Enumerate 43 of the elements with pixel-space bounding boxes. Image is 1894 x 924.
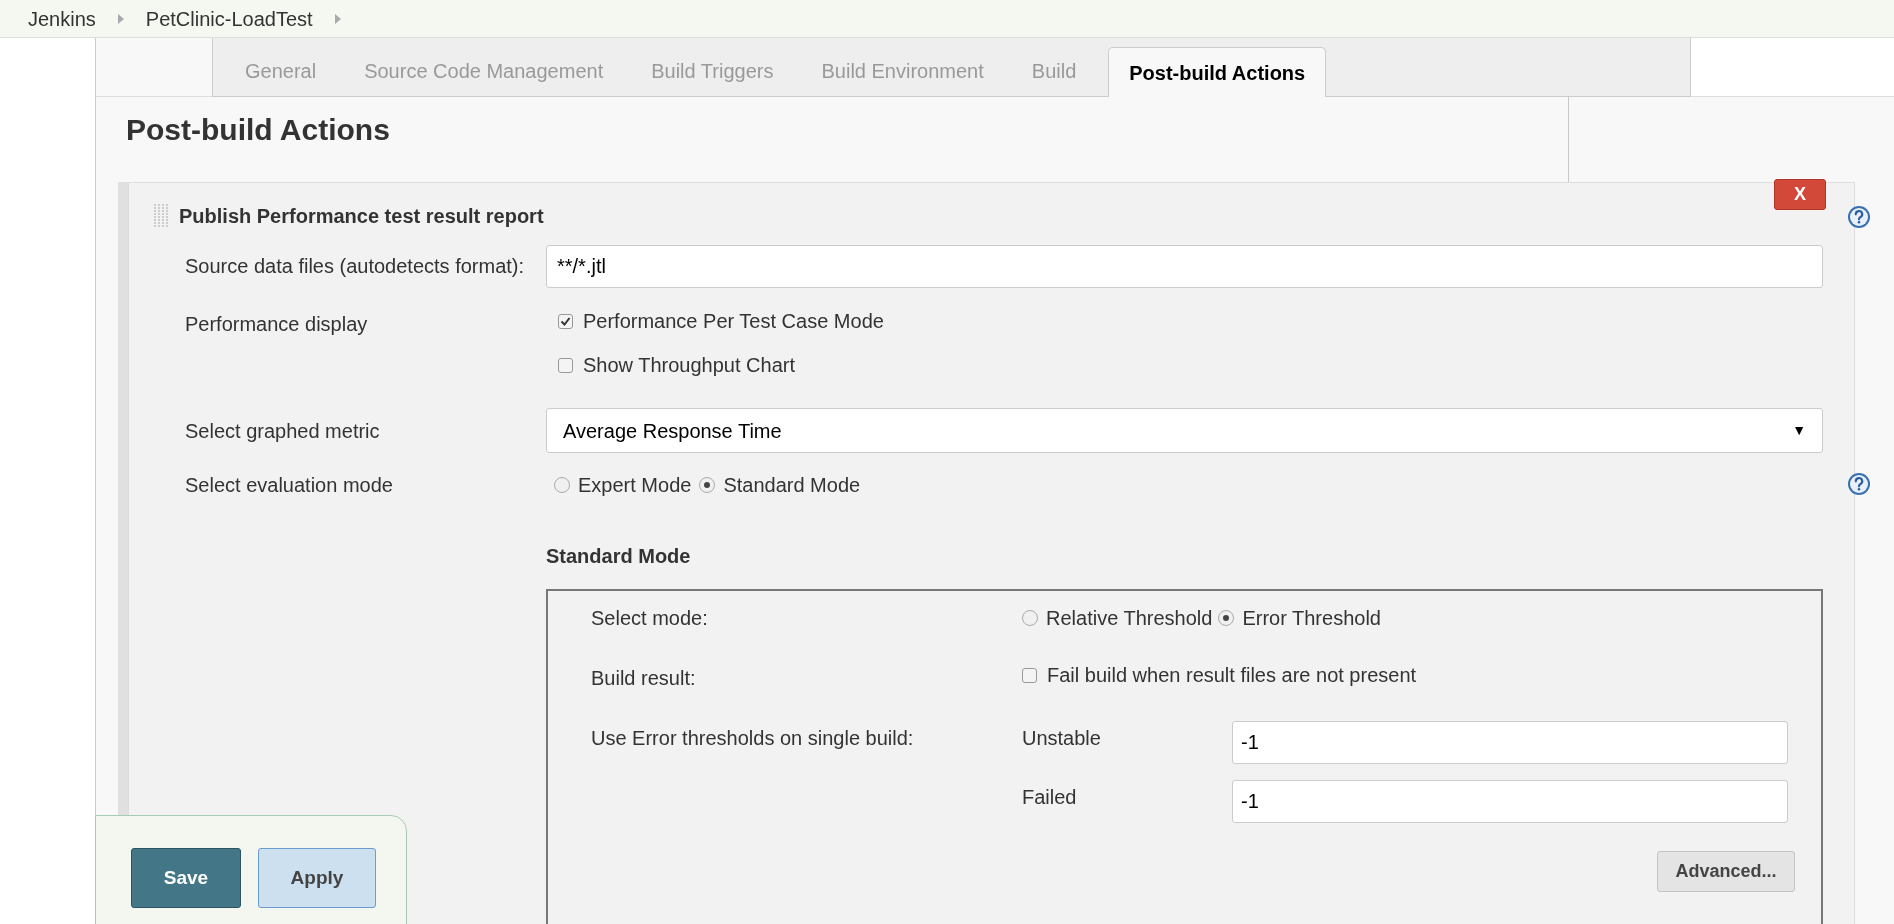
help-icon[interactable] bbox=[1847, 472, 1871, 496]
field-label: Use Error thresholds on single build: bbox=[591, 726, 915, 751]
field-label: Source data files (autodetects format): bbox=[185, 254, 526, 279]
metric-dropdown[interactable]: Average Response Time ▼ bbox=[546, 408, 1823, 453]
threshold-field[interactable]: -1 bbox=[1232, 721, 1788, 764]
drag-handle-icon[interactable] bbox=[153, 203, 169, 229]
radio-label: Error Threshold bbox=[1242, 606, 1381, 631]
breadcrumb-link[interactable]: PetClinic-LoadTest bbox=[145, 3, 313, 34]
checkbox[interactable] bbox=[558, 313, 573, 329]
field-label: Select evaluation mode bbox=[185, 473, 394, 498]
radio-button[interactable] bbox=[699, 477, 716, 493]
field-label: Select mode: bbox=[591, 606, 709, 631]
threshold-field[interactable]: -1 bbox=[1232, 780, 1788, 823]
field-label: Unstable bbox=[1022, 726, 1102, 751]
radio-label: Relative Threshold bbox=[1046, 606, 1213, 631]
apply-button[interactable]: Apply bbox=[258, 848, 376, 908]
delete-button[interactable]: X bbox=[1774, 179, 1826, 210]
radio-label: Expert Mode bbox=[578, 473, 692, 498]
dropdown-arrow-icon: ▼ bbox=[1792, 420, 1806, 441]
chevron-right-icon bbox=[117, 13, 124, 24]
tab[interactable]: Post-build Actions bbox=[1108, 47, 1327, 97]
radio-button[interactable] bbox=[554, 477, 570, 493]
advanced-button[interactable]: Advanced... bbox=[1657, 851, 1795, 892]
chevron-right-icon bbox=[334, 13, 341, 24]
radio-button[interactable] bbox=[1218, 610, 1235, 626]
field-label: Build result: bbox=[591, 666, 697, 691]
breadcrumb-link[interactable]: Jenkins bbox=[28, 3, 96, 34]
radio-button[interactable] bbox=[1022, 610, 1038, 626]
radio-label: Standard Mode bbox=[723, 473, 861, 498]
checkbox[interactable] bbox=[558, 357, 573, 373]
help-icon[interactable] bbox=[1847, 205, 1871, 229]
subsection-heading: Standard Mode bbox=[546, 545, 691, 567]
section-title: Publish Performance test result report bbox=[179, 204, 544, 229]
field-label: Failed bbox=[1022, 785, 1078, 810]
page-title: Post-build Actions bbox=[126, 112, 391, 148]
checkbox-label: Performance Per Test Case Mode bbox=[583, 309, 884, 334]
field-label: Select graphed metric bbox=[185, 418, 381, 444]
checkbox-label: Show Throughput Chart bbox=[583, 353, 795, 378]
checkbox[interactable] bbox=[1022, 667, 1037, 683]
field-label: Performance display bbox=[185, 312, 369, 337]
checkbox-label: Fail build when result files are not present bbox=[1047, 663, 1417, 688]
save-button[interactable]: Save bbox=[131, 848, 241, 908]
source-files-field[interactable]: **/*.jtl bbox=[546, 244, 1823, 288]
